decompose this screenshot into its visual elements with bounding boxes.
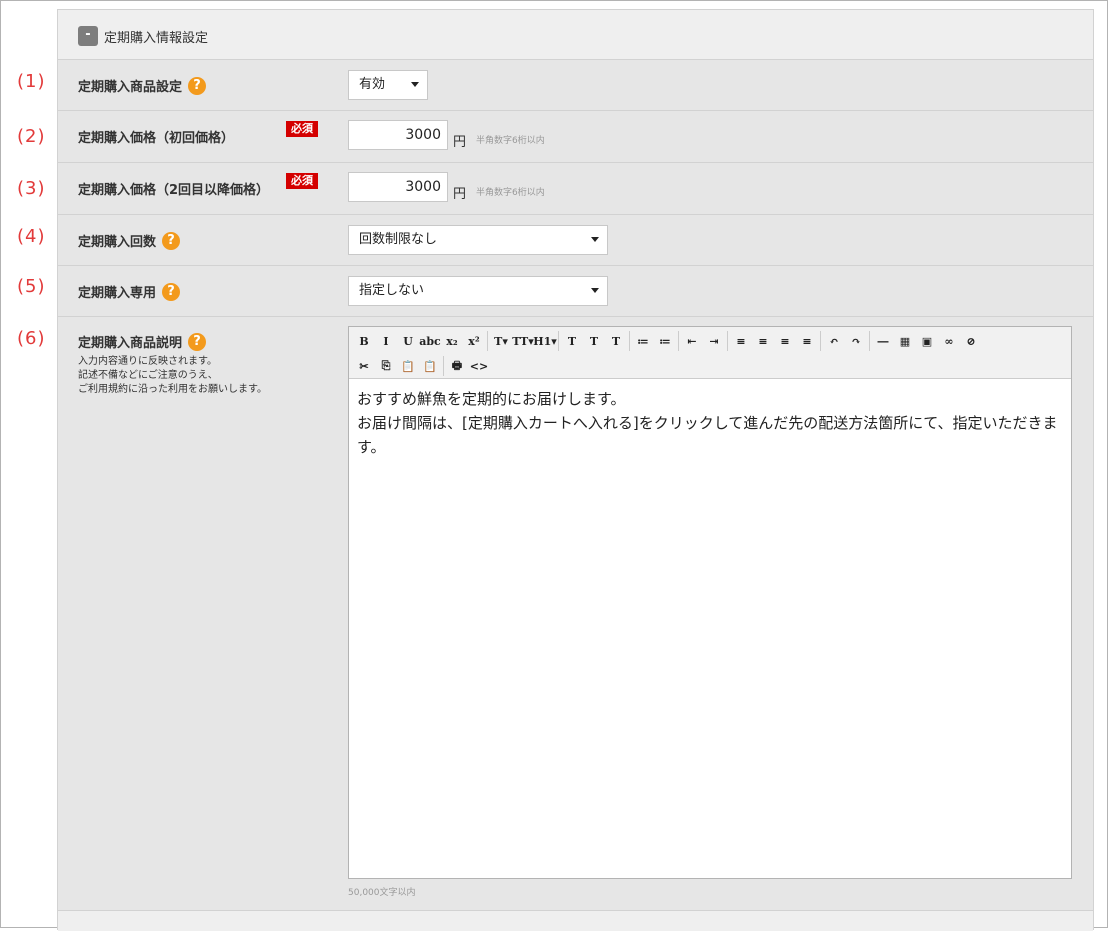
- subscription-count-select[interactable]: 回数制限なし: [348, 225, 608, 255]
- copy-icon[interactable]: ⎘: [375, 356, 397, 376]
- font-family-icon[interactable]: TT▾: [512, 331, 534, 351]
- superscript-icon[interactable]: x²: [463, 331, 485, 351]
- source-icon[interactable]: <>: [468, 356, 490, 376]
- required-badge: 必須: [286, 121, 318, 137]
- align-left-icon[interactable]: ≡: [730, 331, 752, 351]
- highlight-icon[interactable]: T: [583, 331, 605, 351]
- toolbar-separator: [443, 356, 444, 376]
- collapse-button[interactable]: -: [78, 26, 98, 46]
- row-subscription-only: 定期購入専用? 指定しない: [58, 266, 1093, 317]
- yen-unit: 円: [453, 187, 467, 202]
- toolbar-row-2: ✂ ⎘ 📋 📋 🖶 <>: [353, 355, 490, 377]
- subscription-enabled-select[interactable]: 有効: [348, 70, 428, 100]
- description-note: 入力内容通りに反映されます。 記述不備などにご注意のうえ、 ご利用規約に沿った利…: [78, 356, 267, 395]
- row-subscription-count: 定期購入回数? 回数制限なし: [58, 215, 1093, 266]
- row-number-6: (6): [17, 328, 46, 349]
- toolbar-separator: [869, 331, 870, 351]
- help-icon[interactable]: ?: [188, 332, 207, 351]
- underline-icon[interactable]: U: [397, 331, 419, 351]
- align-right-icon[interactable]: ≡: [774, 331, 796, 351]
- bold-icon[interactable]: B: [353, 331, 375, 351]
- yen-unit: 円: [453, 135, 467, 150]
- row-label: 定期購入専用?: [78, 282, 181, 301]
- panel-title: 定期購入情報設定: [104, 31, 209, 46]
- align-center-icon[interactable]: ≡: [752, 331, 774, 351]
- image-icon[interactable]: ▣: [916, 331, 938, 351]
- row-label-description: 定期購入商品説明?: [78, 332, 207, 351]
- help-icon[interactable]: ?: [188, 76, 207, 95]
- required-badge: 必須: [286, 173, 318, 189]
- row-number-2: (2): [17, 126, 46, 147]
- unlink-icon[interactable]: ⊘: [960, 331, 982, 351]
- link-icon[interactable]: ∞: [938, 331, 960, 351]
- toolbar-separator: [727, 331, 728, 351]
- row-recurring-price: 定期購入価格（2回目以降価格） 必須 円 半角数字6桁以内: [58, 163, 1093, 215]
- toolbar-separator: [678, 331, 679, 351]
- paste-icon[interactable]: 📋: [397, 356, 419, 376]
- paste-text-icon[interactable]: 📋: [419, 356, 441, 376]
- undo-icon[interactable]: ↶: [823, 331, 845, 351]
- panel-header: - 定期購入情報設定: [58, 10, 1093, 60]
- toolbar-row-1: B I Uabc x₂ x² T▾ TT▾ H1▾ T T T ≔ ≔ ⇤ ⇥ ≡ ≡ ≡ ≡ ↶ ↷ ― ▦ ▣ ∞ ⊘: [353, 330, 982, 352]
- italic-icon[interactable]: I: [375, 331, 397, 351]
- char-limit-note: 50,000文字以内: [348, 888, 416, 898]
- row-subscription-product-setting: 定期購入商品設定? 有効: [58, 60, 1093, 111]
- row-label: 定期購入商品設定?: [78, 76, 207, 95]
- row-number-5: (5): [17, 276, 46, 297]
- toolbar-separator: [629, 331, 630, 351]
- row-number-3: (3): [17, 178, 46, 199]
- row-number-4: (4): [17, 226, 46, 247]
- help-icon[interactable]: ?: [162, 231, 181, 250]
- indent-icon[interactable]: ⇥: [703, 331, 725, 351]
- row-label: 定期購入価格（初回価格）: [78, 131, 235, 146]
- toolbar-separator: [558, 331, 559, 351]
- table-icon[interactable]: ▦: [894, 331, 916, 351]
- heading-icon[interactable]: H1▾: [533, 331, 557, 351]
- subscript-icon[interactable]: x₂: [441, 331, 463, 351]
- font-size-icon[interactable]: T▾: [490, 331, 512, 351]
- price-hint: 半角数字6桁以内: [476, 188, 545, 198]
- toolbar-separator: [487, 331, 488, 351]
- recurring-price-input[interactable]: [348, 172, 448, 202]
- toolbar-separator: [820, 331, 821, 351]
- row-number-1: (1): [17, 71, 46, 92]
- chevron-down-icon: [591, 237, 599, 242]
- editor-toolbar: B I Uabc x₂ x² T▾ TT▾ H1▾ T T T ≔ ≔ ⇤ ⇥ ≡ ≡ ≡ ≡ ↶ ↷ ― ▦ ▣ ∞ ⊘ ✂ ⎘ 📋…: [349, 327, 1071, 379]
- rich-text-editor[interactable]: B I Uabc x₂ x² T▾ TT▾ H1▾ T T T ≔ ≔ ⇤ ⇥ ≡ ≡ ≡ ≡ ↶ ↷ ― ▦ ▣ ∞ ⊘ ✂ ⎘ 📋…: [348, 326, 1072, 879]
- row-label: 定期購入価格（2回目以降価格）: [78, 183, 270, 198]
- remove-format-icon[interactable]: T: [605, 331, 627, 351]
- bullet-list-icon[interactable]: ≔: [632, 331, 654, 351]
- horizontal-rule-icon[interactable]: ―: [872, 331, 894, 351]
- row-first-price: 定期購入価格（初回価格） 必須 円 半角数字6桁以内: [58, 111, 1093, 163]
- align-justify-icon[interactable]: ≡: [796, 331, 818, 351]
- row-label: 定期購入回数?: [78, 231, 181, 250]
- editor-content[interactable]: おすすめ鮮魚を定期的にお届けします。 お届け間隔は、[定期購入カートへ入れる]を…: [357, 387, 1063, 459]
- text-color-icon[interactable]: T: [561, 331, 583, 351]
- print-icon[interactable]: 🖶: [446, 356, 468, 376]
- numbered-list-icon[interactable]: ≔: [654, 331, 676, 351]
- price-hint: 半角数字6桁以内: [476, 136, 545, 146]
- chevron-down-icon: [591, 288, 599, 293]
- subscription-settings-panel: - 定期購入情報設定 定期購入商品設定? 有効 定期購入価格（初回価格） 必須 …: [57, 9, 1094, 931]
- subscription-only-select[interactable]: 指定しない: [348, 276, 608, 306]
- strikethrough-icon[interactable]: abc: [419, 331, 441, 351]
- redo-icon[interactable]: ↷: [845, 331, 867, 351]
- outdent-icon[interactable]: ⇤: [681, 331, 703, 351]
- cut-icon[interactable]: ✂: [353, 356, 375, 376]
- chevron-down-icon: [411, 82, 419, 87]
- help-icon[interactable]: ?: [162, 282, 181, 301]
- first-price-input[interactable]: [348, 120, 448, 150]
